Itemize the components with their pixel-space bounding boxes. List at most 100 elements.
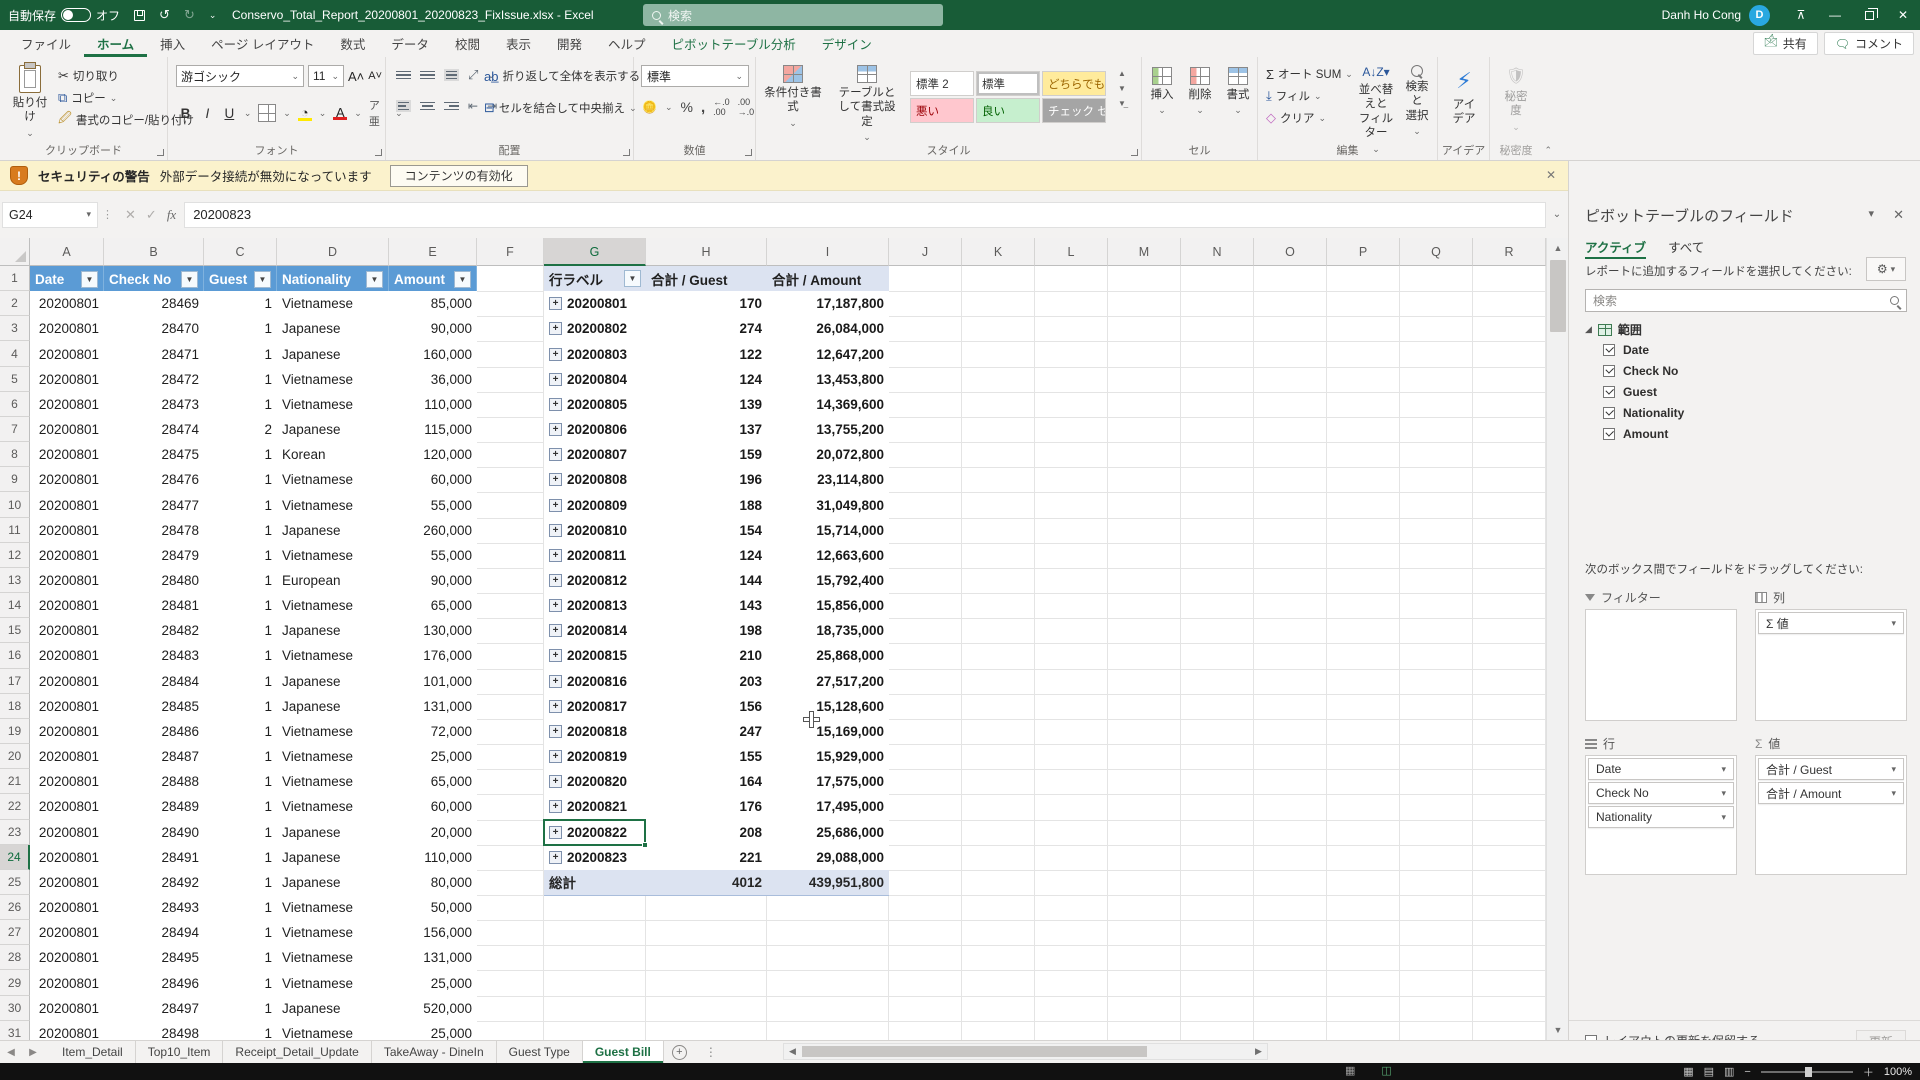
merge-center-button[interactable]: ⊟セルを結合して中央揃え⌄ bbox=[484, 97, 637, 119]
pivot-row-label[interactable]: +20200804 bbox=[544, 367, 646, 393]
ideas-button[interactable]: ⚡ アイ デア bbox=[1442, 65, 1486, 128]
row-header-25[interactable]: 25 bbox=[0, 870, 30, 895]
pane-tab-all[interactable]: すべて bbox=[1668, 237, 1704, 259]
field-item-guest[interactable]: Guest bbox=[1603, 385, 1657, 399]
row-header-27[interactable]: 27 bbox=[0, 920, 30, 945]
row-header-23[interactable]: 23 bbox=[0, 820, 30, 845]
minimize-button[interactable]: — bbox=[1818, 0, 1852, 30]
close-button[interactable]: ✕ bbox=[1886, 0, 1920, 30]
font-color-button[interactable]: A bbox=[333, 107, 347, 120]
title-search-box[interactable]: 検索 bbox=[643, 4, 943, 26]
ribbon-display-options-icon[interactable]: ⊼ bbox=[1784, 0, 1818, 30]
expand-icon[interactable]: + bbox=[549, 574, 562, 587]
horizontal-scrollbar[interactable]: ◀ ▶ bbox=[783, 1043, 1268, 1060]
row-header-30[interactable]: 30 bbox=[0, 996, 30, 1021]
format-as-table-button[interactable]: テーブルとして書式設定⌄ bbox=[830, 63, 904, 145]
field-item-check-no[interactable]: Check No bbox=[1603, 364, 1678, 378]
column-header-B[interactable]: B bbox=[104, 238, 204, 266]
font-name-select[interactable]: 游ゴシック⌄ bbox=[176, 65, 304, 87]
cell-style-チェック セ...[interactable]: チェック セ... bbox=[1042, 98, 1106, 123]
column-header-P[interactable]: P bbox=[1327, 238, 1400, 266]
decrease-decimal-icon[interactable]: .00→.0 bbox=[738, 97, 755, 117]
sheet-tab-item_detail[interactable]: Item_Detail bbox=[50, 1041, 136, 1063]
column-header-Q[interactable]: Q bbox=[1400, 238, 1473, 266]
cancel-icon[interactable]: ✕ bbox=[125, 207, 136, 223]
insert-function-icon[interactable]: fx bbox=[167, 207, 176, 223]
pivot-row-label[interactable]: +20200808 bbox=[544, 467, 646, 493]
ribbon-tab-ヘルプ[interactable]: ヘルプ bbox=[595, 30, 659, 57]
expand-icon[interactable]: + bbox=[549, 624, 562, 637]
cell-style-悪い[interactable]: 悪い bbox=[910, 98, 974, 123]
column-header-M[interactable]: M bbox=[1108, 238, 1181, 266]
column-header-R[interactable]: R bbox=[1473, 238, 1546, 266]
row-header-10[interactable]: 10 bbox=[0, 492, 30, 517]
ribbon-tab-データ[interactable]: データ bbox=[378, 30, 442, 57]
enter-icon[interactable]: ✓ bbox=[146, 207, 157, 223]
expand-icon[interactable]: + bbox=[549, 297, 562, 310]
field-checkbox[interactable] bbox=[1603, 428, 1615, 440]
pivot-row-label[interactable]: +20200815 bbox=[544, 643, 646, 669]
fill-handle[interactable] bbox=[642, 842, 648, 848]
expand-icon[interactable]: + bbox=[549, 649, 562, 662]
zoom-level[interactable]: 100% bbox=[1884, 1066, 1912, 1078]
source-collapse-icon[interactable]: ◢ bbox=[1585, 324, 1592, 335]
field-checkbox[interactable] bbox=[1603, 386, 1615, 398]
expand-icon[interactable]: + bbox=[549, 473, 562, 486]
horizontal-scroll-thumb[interactable] bbox=[802, 1046, 1147, 1057]
column-header-C[interactable]: C bbox=[204, 238, 277, 266]
values-area-box[interactable]: 合計 / Guest▾合計 / Amount▾ bbox=[1755, 755, 1907, 875]
expand-icon[interactable]: + bbox=[549, 750, 562, 763]
expand-icon[interactable]: + bbox=[549, 322, 562, 335]
insert-cells-button[interactable]: 挿入⌄ bbox=[1144, 65, 1180, 119]
sheet-nav-left-icon[interactable]: ◀ bbox=[0, 1041, 22, 1063]
find-select-button[interactable]: 検索と 選択⌄ bbox=[1398, 63, 1436, 139]
pivot-row-label[interactable]: +20200817 bbox=[544, 694, 646, 720]
rows-area-box[interactable]: Date▾Check No▾Nationality▾ bbox=[1585, 755, 1737, 875]
row-header-2[interactable]: 2 bbox=[0, 291, 30, 316]
page-break-view-icon[interactable]: ▥ bbox=[1724, 1065, 1734, 1078]
filter-button-Date[interactable]: ▼ bbox=[81, 271, 98, 288]
field-source[interactable]: ◢ 範囲 bbox=[1585, 321, 1642, 338]
formula-expand-icon[interactable]: ⌄ bbox=[1546, 209, 1568, 220]
pivot-row-label[interactable]: +20200813 bbox=[544, 593, 646, 619]
number-dialog-launcher[interactable] bbox=[745, 149, 752, 156]
pivot-row-label[interactable]: +20200805 bbox=[544, 392, 646, 418]
sheet-tab-top10_item[interactable]: Top10_Item bbox=[136, 1041, 224, 1063]
pivot-row-label[interactable]: +20200810 bbox=[544, 518, 646, 544]
clipboard-dialog-launcher[interactable] bbox=[157, 149, 164, 156]
selected-cell-G24[interactable] bbox=[543, 819, 646, 846]
pivot-row-label[interactable]: +20200814 bbox=[544, 618, 646, 644]
sheet-tab-receipt_detail_update[interactable]: Receipt_Detail_Update bbox=[223, 1041, 371, 1063]
normal-view-icon[interactable]: ▦ bbox=[1683, 1065, 1693, 1078]
wrap-text-button[interactable]: ab̲折り返して全体を表示する bbox=[484, 65, 640, 87]
pivot-row-label[interactable]: +20200821 bbox=[544, 794, 646, 820]
zoom-in-icon[interactable]: ＋ bbox=[1863, 1064, 1874, 1080]
ribbon-tab-校閲[interactable]: 校閲 bbox=[442, 30, 493, 57]
pivot-row-label[interactable]: +20200802 bbox=[544, 316, 646, 342]
styles-dialog-launcher[interactable] bbox=[1131, 149, 1138, 156]
row-header-9[interactable]: 9 bbox=[0, 467, 30, 492]
restore-button[interactable] bbox=[1852, 0, 1886, 30]
expand-icon[interactable]: + bbox=[549, 448, 562, 461]
gallery-down-icon[interactable]: ▼ bbox=[1118, 84, 1126, 93]
expand-icon[interactable]: + bbox=[549, 775, 562, 788]
align-left-icon[interactable] bbox=[396, 100, 411, 113]
expand-icon[interactable]: + bbox=[549, 348, 562, 361]
column-header-I[interactable]: I bbox=[767, 238, 889, 266]
expand-icon[interactable]: + bbox=[549, 373, 562, 386]
column-header-E[interactable]: E bbox=[389, 238, 477, 266]
filters-area-box[interactable] bbox=[1585, 609, 1737, 721]
expand-icon[interactable]: + bbox=[549, 725, 562, 738]
expand-icon[interactable]: + bbox=[549, 524, 562, 537]
scroll-left-icon[interactable]: ◀ bbox=[785, 1045, 800, 1058]
vertical-scrollbar[interactable]: ▲ ▼ bbox=[1546, 238, 1568, 1040]
column-header-D[interactable]: D bbox=[277, 238, 389, 266]
pivot-filter-button[interactable]: ▼ bbox=[624, 270, 641, 287]
font-dialog-launcher[interactable] bbox=[375, 149, 382, 156]
alignment-dialog-launcher[interactable] bbox=[623, 149, 630, 156]
filter-button-Nationality[interactable]: ▼ bbox=[366, 271, 383, 288]
row-header-13[interactable]: 13 bbox=[0, 568, 30, 593]
cell-style-どちらでも...[interactable]: どちらでも... bbox=[1042, 71, 1106, 96]
row-header-26[interactable]: 26 bbox=[0, 895, 30, 920]
percent-style-icon[interactable]: % bbox=[681, 99, 693, 115]
